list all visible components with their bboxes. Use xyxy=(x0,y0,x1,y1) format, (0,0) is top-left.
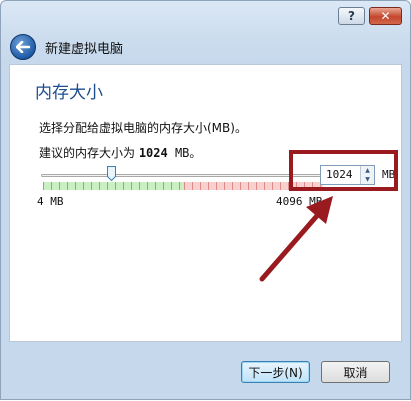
wizard-header: 新建虚拟电脑 xyxy=(1,29,410,61)
caret-down-icon: ▼ xyxy=(365,176,370,183)
spin-down-button[interactable]: ▼ xyxy=(361,175,374,184)
dialog-window: ? ✕ 新建虚拟电脑 内存大小 选择分配给虚拟电脑的内存大小(MB)。 建议的内… xyxy=(0,0,411,400)
spinbox-buttons: ▲ ▼ xyxy=(360,166,374,184)
memory-slider-track[interactable] xyxy=(41,174,325,177)
memory-description: 选择分配给虚拟电脑的内存大小(MB)。 xyxy=(39,121,247,135)
scale-safe-zone xyxy=(43,182,184,190)
recommend-prefix: 建议的内存大小为 xyxy=(39,146,139,160)
recommend-value: 1024 xyxy=(138,146,168,160)
memory-slider-thumb[interactable] xyxy=(107,166,116,181)
page-title: 内存大小 xyxy=(35,83,103,103)
caret-up-icon: ▲ xyxy=(365,167,370,174)
recommend-suffix: MB。 xyxy=(167,146,202,160)
dialog-footer: 下一步(N) 取消 xyxy=(1,346,410,401)
memory-spinbox[interactable]: 1024 ▲ ▼ xyxy=(320,165,375,185)
wizard-title: 新建虚拟电脑 xyxy=(45,42,124,57)
close-button[interactable]: ✕ xyxy=(369,7,402,25)
help-button[interactable]: ? xyxy=(338,7,365,25)
back-button[interactable] xyxy=(10,34,36,60)
title-bar: ? ✕ xyxy=(1,1,410,29)
content-panel: 内存大小 选择分配给虚拟电脑的内存大小(MB)。 建议的内存大小为 1024 M… xyxy=(9,64,402,342)
memory-recommendation: 建议的内存大小为 1024 MB。 xyxy=(39,144,201,161)
slider-max-label: 4096 MB xyxy=(276,195,323,208)
next-button[interactable]: 下一步(N) xyxy=(241,361,310,383)
scale-warning-zone xyxy=(184,182,323,190)
slider-min-label: 4 MB xyxy=(37,195,64,208)
back-arrow-icon xyxy=(16,41,30,53)
memory-unit-label: MB xyxy=(382,168,396,181)
cancel-button[interactable]: 取消 xyxy=(321,361,390,383)
memory-spinbox-value[interactable]: 1024 xyxy=(326,168,353,181)
memory-slider-scale xyxy=(43,182,323,190)
